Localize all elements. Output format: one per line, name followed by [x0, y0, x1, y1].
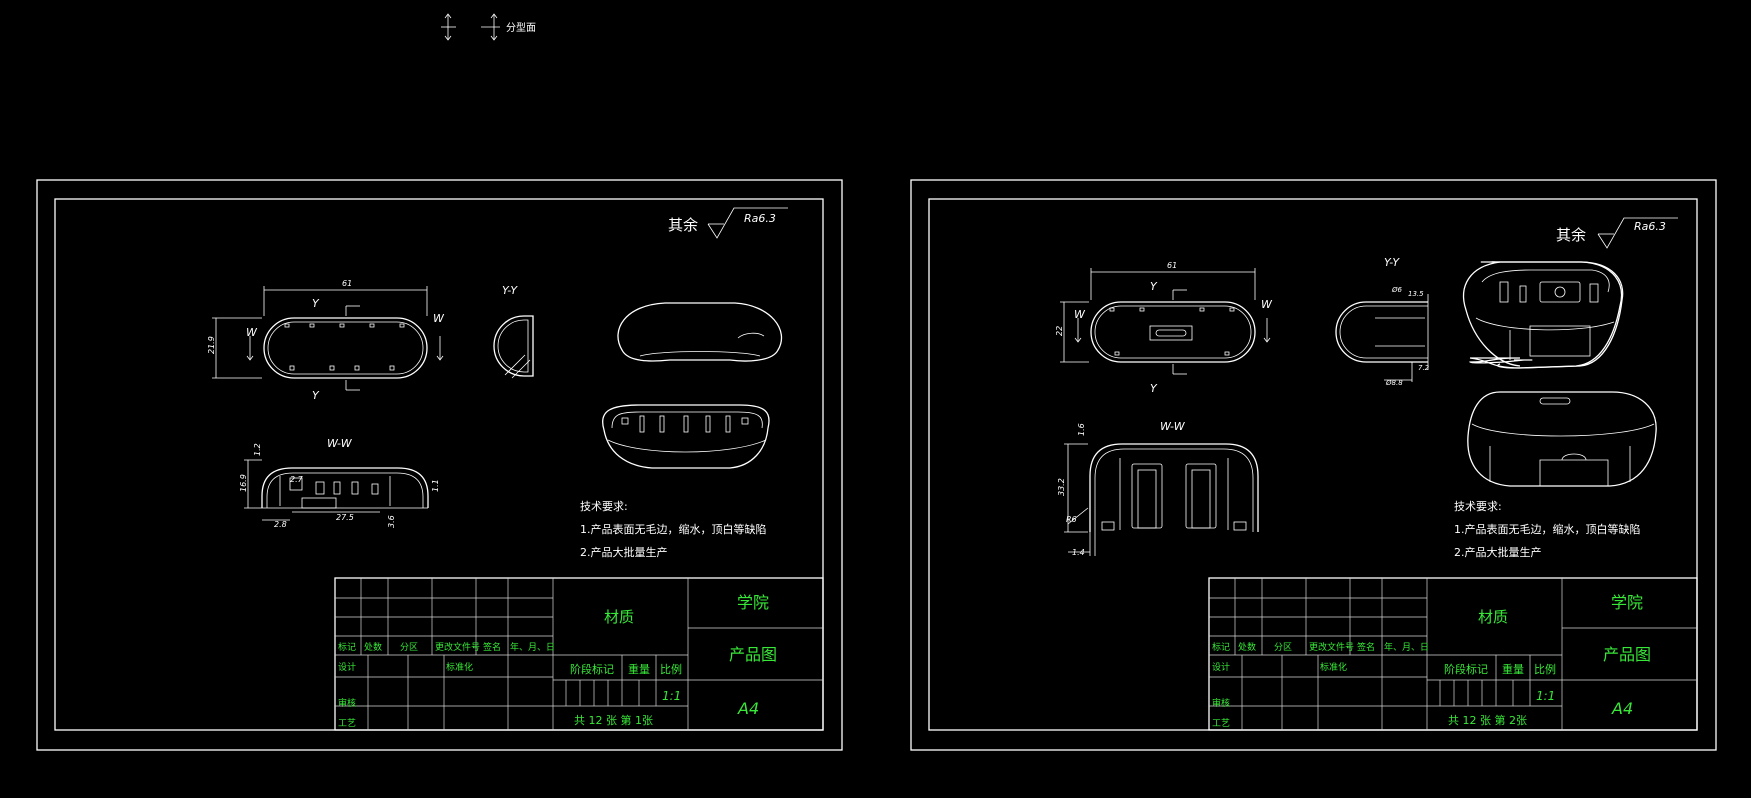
tb-scale: 1:1	[1536, 689, 1555, 703]
dim-yy-a: Ø6	[1391, 286, 1403, 294]
roughness-value: Ra6.3	[744, 212, 776, 225]
title-block-1: 标记 处数 分区 更改文件号 签名 年、月、日 设计 标准化 审核 工艺 材质 …	[334, 577, 824, 731]
section-yy-view: Y-Y	[493, 284, 534, 379]
section-yy-label: Y-Y	[1384, 256, 1400, 269]
section-y-top: Y	[312, 297, 320, 310]
title-block-2: 标记 处数 分区 更改文件号 签名 年、月、日 设计 标准化 审核 工艺 材质 …	[1208, 577, 1698, 731]
dim-yy-c: Ø8.8	[1385, 379, 1403, 387]
roughness-prefix: 其余	[1556, 226, 1586, 244]
tb-sheets: 共 12 张 第 2张	[1448, 713, 1527, 727]
section-yy-view: Y-Y Ø6 13.5 Ø8.8 7.2	[1335, 256, 1430, 387]
cad-canvas: 分型面 其余 Ra6.3 61 21.9 Y Y W W Y-Y W-W 16.…	[36, 13, 1717, 751]
dim-ww-height: 33.2	[1057, 478, 1066, 496]
dim-ww-side: 1.1	[431, 479, 440, 492]
drawing-sheet-2: 其余 Ra6.3 61 22 Y Y W W Y-Y Ø6 13.5 Ø8.8 …	[910, 179, 1717, 751]
tb-sign: 签名	[1357, 641, 1375, 653]
tech-requirement-2: 2.产品大批量生产	[580, 545, 668, 559]
dim-ww-a: 2.7	[290, 475, 304, 484]
tb-format: A4	[737, 699, 759, 718]
dim-yy-d: 7.2	[1418, 364, 1430, 372]
tb-count: 处数	[364, 641, 382, 653]
tech-requirements-title: 技术要求:	[580, 500, 628, 513]
tb-review: 审核	[338, 697, 356, 709]
tb-process: 工艺	[338, 718, 356, 729]
dim-length: 61	[342, 279, 352, 288]
tech-requirement-1: 1.产品表面无毛边，缩水，顶白等缺陷	[580, 522, 767, 536]
section-y-bottom: Y	[312, 389, 320, 402]
tech-requirements-title: 技术要求:	[1454, 500, 1502, 513]
isometric-view-bottom	[1467, 391, 1657, 487]
tb-sign: 签名	[483, 641, 501, 653]
tb-count: 处数	[1238, 641, 1256, 653]
tb-scale: 1:1	[662, 689, 681, 703]
roughness-value: Ra6.3	[1634, 220, 1666, 233]
tb-sheets: 共 12 张 第 1张	[574, 713, 653, 727]
tb-date: 年、月、日	[510, 641, 555, 653]
tb-standard: 标准化	[1320, 661, 1347, 673]
section-w-right: W	[433, 312, 445, 325]
tb-zone: 分区	[1274, 642, 1292, 653]
tb-doc: 更改文件号	[1309, 641, 1354, 653]
dim-length: 61	[1167, 261, 1177, 270]
dim-ww-height: 16.9	[239, 474, 248, 492]
roughness-prefix: 其余	[668, 216, 698, 234]
section-ww-label: W-W	[327, 437, 353, 450]
dim-width: 22	[1055, 326, 1064, 336]
tb-drawing: 产品图	[1603, 645, 1651, 664]
section-yy-label: Y-Y	[502, 284, 518, 297]
section-ww-label: W-W	[1160, 420, 1186, 433]
tb-standard: 标准化	[446, 661, 473, 673]
dim-ww-d: 3.6	[387, 515, 396, 528]
tb-school: 学院	[737, 593, 769, 612]
dim-ww-c: 2.8	[274, 520, 287, 529]
tb-scale-label: 比例	[660, 662, 682, 676]
tech-requirement-1: 1.产品表面无毛边，缩水，顶白等缺陷	[1454, 522, 1641, 536]
tb-school: 学院	[1611, 593, 1643, 612]
isometric-view-top	[1462, 261, 1624, 369]
tb-drawing: 产品图	[729, 645, 777, 664]
tb-stage: 阶段标记	[1444, 662, 1488, 676]
sheet-1-outer-border	[36, 179, 843, 751]
tb-mark: 标记	[338, 641, 356, 653]
tech-requirement-2: 2.产品大批量生产	[1454, 545, 1542, 559]
isometric-view-top	[617, 302, 783, 362]
tb-doc: 更改文件号	[435, 641, 480, 653]
section-y-top: Y	[1150, 280, 1158, 293]
parting-line-legend: 分型面	[441, 13, 536, 41]
dim-ww-b: 27.5	[336, 513, 354, 522]
top-view: 61 21.9 Y Y W W	[207, 279, 445, 402]
dim-ww-r: R6	[1066, 515, 1077, 524]
dim-ww-top: 1.6	[1077, 423, 1086, 436]
tb-material: 材质	[604, 608, 634, 626]
dim-ww-left: 1.4	[1072, 548, 1085, 557]
tb-material: 材质	[1478, 608, 1508, 626]
tb-design: 设计	[338, 661, 356, 673]
drawing-sheet-1: 其余 Ra6.3 61 21.9 Y Y W W Y-Y W-W 16.9 1.…	[36, 179, 843, 751]
section-w-right: W	[1261, 298, 1273, 311]
tb-stage: 阶段标记	[570, 662, 614, 676]
parting-line-label: 分型面	[506, 21, 536, 34]
tb-date: 年、月、日	[1384, 641, 1429, 653]
tb-zone: 分区	[400, 642, 418, 653]
section-y-bottom: Y	[1150, 382, 1158, 395]
dim-ww-top: 1.2	[253, 443, 262, 456]
section-ww-view: W-W 33.2 1.6 1.4 R6	[1057, 420, 1259, 557]
tb-design: 设计	[1212, 661, 1230, 673]
section-ww-view: W-W 16.9 1.2 1.1 2.7 27.5 2.8 3.6	[239, 437, 440, 529]
section-w-left: W	[1074, 308, 1086, 321]
sheet-2-outer-border	[910, 179, 1717, 751]
isometric-view-bottom	[602, 404, 770, 469]
tb-weight: 重量	[1502, 662, 1524, 676]
tb-mark: 标记	[1212, 641, 1230, 653]
top-view: 61 22 Y Y W W	[1055, 261, 1273, 395]
dim-width: 21.9	[207, 336, 216, 354]
section-w-left: W	[246, 326, 258, 339]
tb-weight: 重量	[628, 662, 650, 676]
tb-review: 审核	[1212, 697, 1230, 709]
tb-process: 工艺	[1212, 718, 1230, 729]
tb-format: A4	[1611, 699, 1633, 718]
dim-yy-b: 13.5	[1408, 290, 1424, 298]
tb-scale-label: 比例	[1534, 662, 1556, 676]
